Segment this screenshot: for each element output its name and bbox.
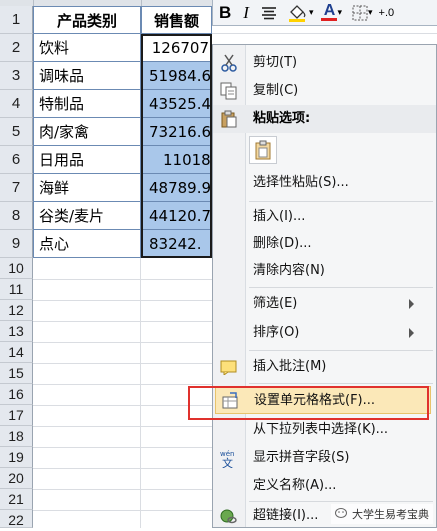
border-icon[interactable] <box>352 2 368 24</box>
row-header[interactable]: 2 <box>0 34 33 62</box>
row-header[interactable]: 1 <box>0 6 33 34</box>
svg-text:文: 文 <box>222 456 233 468</box>
cell-sales[interactable]: 43525.4 <box>141 90 212 118</box>
menu-item-delete[interactable]: 删除(D)... <box>213 230 436 258</box>
menu-item-cut[interactable]: 剪切(T) <box>213 49 436 77</box>
menu-item-pick-list[interactable]: 从下拉列表中选择(K)... <box>213 416 436 444</box>
cell-category[interactable]: 日用品 <box>33 146 141 174</box>
cell-sales-active[interactable]: 126707 <box>141 34 212 62</box>
cell-sales[interactable]: 48789.9 <box>141 174 212 202</box>
menu-item-label: 超链接(I)... <box>253 508 319 523</box>
row-header[interactable]: 8 <box>0 202 33 230</box>
menu-item-label: 清除内容(N) <box>253 263 325 278</box>
row-header[interactable]: 21 <box>0 489 33 510</box>
row-header[interactable]: 6 <box>0 146 33 174</box>
menu-item-label: 复制(C) <box>253 83 299 98</box>
menu-item-label: 排序(O) <box>253 325 300 340</box>
highlight-box <box>188 386 429 420</box>
cell-sales[interactable]: 44120.7 <box>141 202 212 230</box>
row-header[interactable]: 13 <box>0 321 33 342</box>
header-cell-sales[interactable]: 销售额 <box>141 6 212 34</box>
menu-item-label: 从下拉列表中选择(K)... <box>253 422 389 437</box>
cell-category[interactable]: 特制品 <box>33 90 141 118</box>
row-header[interactable]: 15 <box>0 363 33 384</box>
row-header[interactable]: 5 <box>0 118 33 146</box>
scissors-icon <box>219 53 239 73</box>
cell-category[interactable]: 调味品 <box>33 62 141 90</box>
row-header[interactable]: 18 <box>0 426 33 447</box>
phonetic-icon: wén 文 <box>219 448 239 468</box>
font-color-button[interactable]: A <box>321 2 338 24</box>
clipboard-icon <box>219 109 239 129</box>
row-header[interactable]: 11 <box>0 279 33 300</box>
empty-grid <box>33 258 213 528</box>
menu-item-label: 插入批注(M) <box>253 359 327 374</box>
wechat-icon <box>335 507 349 522</box>
fill-color-icon[interactable] <box>287 2 309 24</box>
font-color-label: A <box>323 2 336 19</box>
menu-item-sort[interactable]: 排序(O) <box>213 319 436 347</box>
increase-decimal-button[interactable]: +.0 <box>379 2 395 24</box>
cell-category[interactable]: 点心 <box>33 230 141 258</box>
row-header[interactable]: 20 <box>0 468 33 489</box>
paste-options-title: 粘贴选项: <box>253 111 311 126</box>
row-header[interactable]: 10 <box>0 258 33 279</box>
cell-category[interactable]: 海鲜 <box>33 174 141 202</box>
paste-icon[interactable] <box>249 136 277 164</box>
menu-item-label: 定义名称(A)... <box>253 478 337 493</box>
row-header[interactable]: 14 <box>0 342 33 363</box>
row-header[interactable]: 19 <box>0 447 33 468</box>
menu-item-label: 显示拼音字段(S) <box>253 450 350 465</box>
copy-icon <box>219 81 239 101</box>
row-header[interactable]: 9 <box>0 230 33 258</box>
row-header[interactable]: 22 <box>0 510 33 528</box>
row-header[interactable]: 16 <box>0 384 33 405</box>
menu-item-label: 筛选(E) <box>253 296 298 311</box>
cell-sales[interactable]: 83242. <box>141 230 212 258</box>
row-header[interactable]: 3 <box>0 62 33 90</box>
menu-item-label: 选择性粘贴(S)... <box>253 175 349 190</box>
menu-item-insert-comment[interactable]: 插入批注(M) <box>213 353 436 381</box>
cell-sales[interactable]: 73216.6 <box>141 118 212 146</box>
menu-item-clear[interactable]: 清除内容(N) <box>213 257 436 285</box>
menu-item-label: 删除(D)... <box>253 236 312 251</box>
paste-option-row <box>213 133 436 167</box>
menu-item-insert[interactable]: 插入(I)... <box>213 203 436 231</box>
menu-item-define-name[interactable]: 定义名称(A)... <box>213 472 436 500</box>
comment-icon <box>219 357 239 377</box>
italic-button[interactable]: I <box>243 2 249 24</box>
header-cell-category[interactable]: 产品类别 <box>33 6 141 34</box>
watermark: 大学生易考宝典 <box>331 504 433 524</box>
cell-category[interactable]: 肉/家禽 <box>33 118 141 146</box>
row-header[interactable]: 7 <box>0 174 33 202</box>
menu-item-label: 插入(I)... <box>253 209 306 224</box>
context-menu: 剪切(T) 复制(C) 粘贴选项: 选择性粘贴(S)... 插入(I)... 删… <box>212 44 437 528</box>
cell-category[interactable]: 谷类/麦片 <box>33 202 141 230</box>
watermark-text: 大学生易考宝典 <box>352 508 429 521</box>
row-header[interactable]: 4 <box>0 90 33 118</box>
menu-item-copy[interactable]: 复制(C) <box>213 77 436 105</box>
hyperlink-icon <box>219 506 239 526</box>
row-header[interactable]: 17 <box>0 405 33 426</box>
menu-item-label: 剪切(T) <box>253 55 298 70</box>
paste-options-header: 粘贴选项: <box>213 105 436 133</box>
submenu-arrow-icon <box>409 299 414 309</box>
cell-category[interactable]: 饮料 <box>33 34 141 62</box>
menu-item-paste-special[interactable]: 选择性粘贴(S)... <box>213 169 436 197</box>
cell-sales[interactable]: 11018. <box>141 146 212 174</box>
cell-sales[interactable]: 51984.6 <box>141 62 212 90</box>
align-center-icon[interactable] <box>261 2 277 24</box>
mini-toolbar: B I ▾ A ▾ ▾ +.0 <box>212 0 437 26</box>
submenu-arrow-icon <box>409 328 414 338</box>
menu-item-filter[interactable]: 筛选(E) <box>213 290 436 318</box>
menu-item-phonetic[interactable]: wén 文 显示拼音字段(S) <box>213 444 436 472</box>
row-header[interactable]: 12 <box>0 300 33 321</box>
bold-button[interactable]: B <box>219 2 231 24</box>
